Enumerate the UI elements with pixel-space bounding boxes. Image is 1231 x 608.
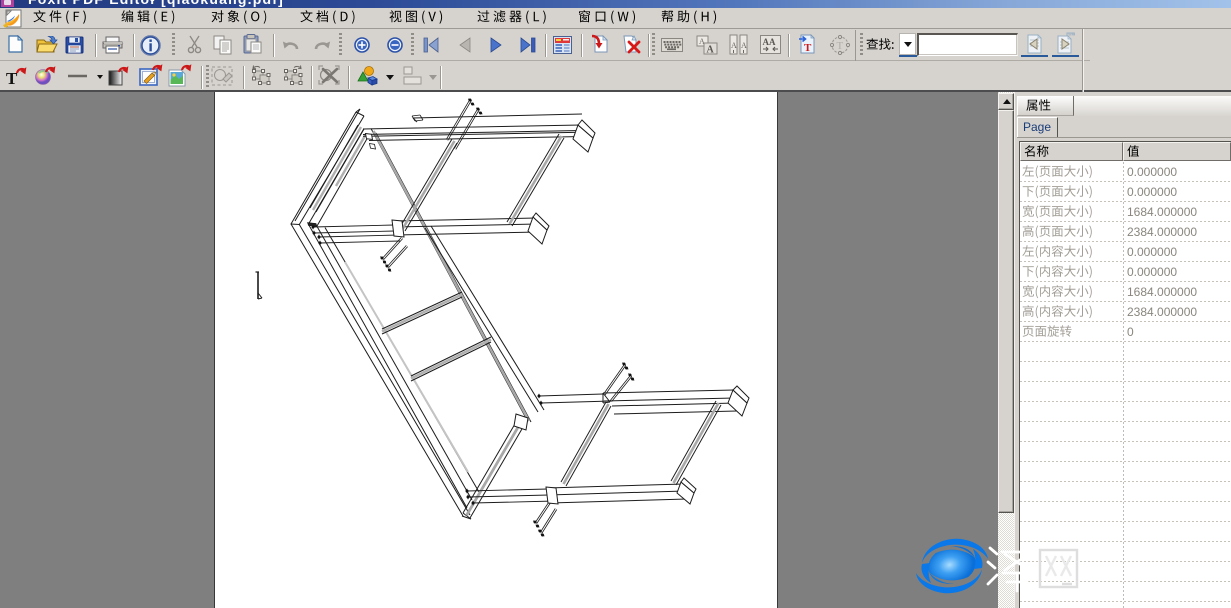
- svg-text:AA: AA: [763, 37, 776, 47]
- svg-text:A: A: [707, 45, 715, 56]
- svg-text:T: T: [6, 69, 18, 87]
- svg-text:T: T: [804, 42, 812, 54]
- svg-text:A: A: [731, 41, 737, 50]
- svg-text:A: A: [741, 41, 747, 50]
- svg-text:T: T: [837, 40, 844, 52]
